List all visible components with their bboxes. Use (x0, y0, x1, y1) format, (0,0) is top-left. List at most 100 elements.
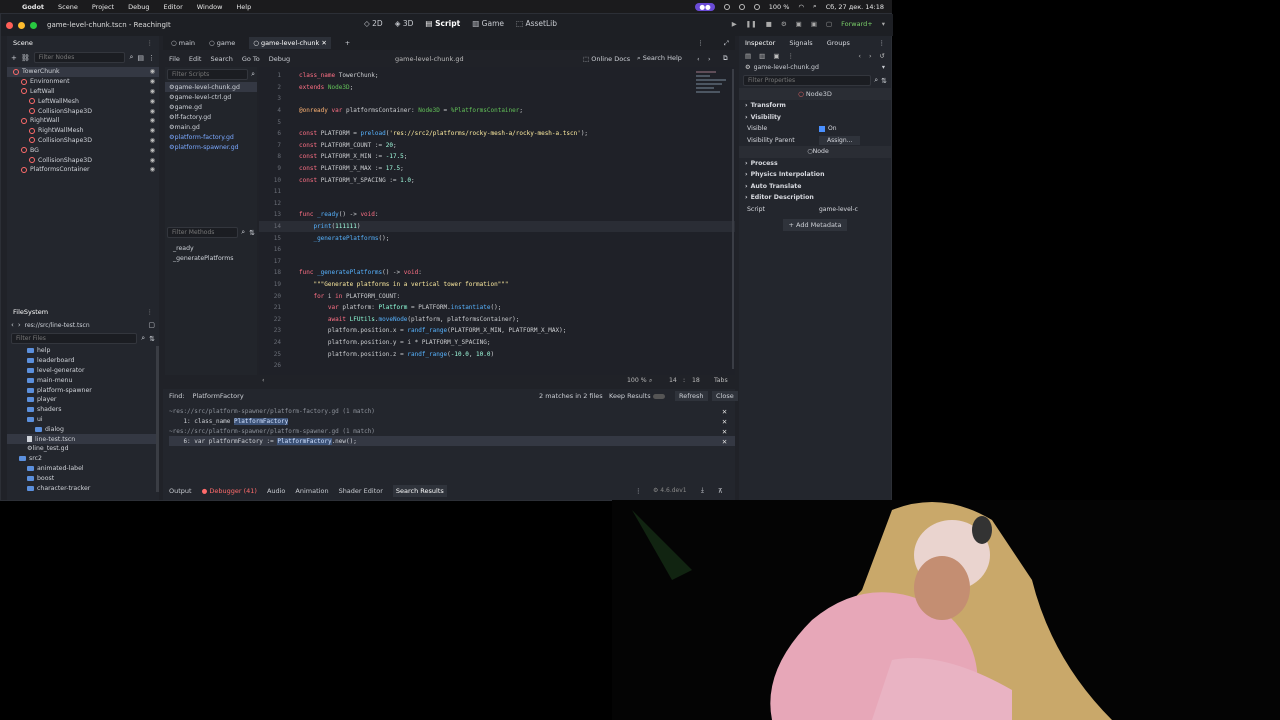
pause-icon[interactable]: ❚❚ (746, 20, 757, 28)
scene-node[interactable]: BG ◉ (7, 145, 159, 155)
inspector-row[interactable]: › Editor Description (739, 192, 891, 204)
property-value[interactable]: On (819, 125, 837, 132)
remote-debug-icon[interactable]: ⚙ (781, 20, 787, 28)
code-minimap[interactable] (696, 69, 730, 105)
scene-node[interactable]: RightWall ◉ (7, 116, 159, 126)
method-item[interactable]: _ready (169, 243, 233, 253)
zoom-icon[interactable]: ⌕ (649, 377, 652, 385)
property-value[interactable]: Assign... (819, 135, 861, 145)
close-icon[interactable]: ✕ (722, 437, 727, 446)
add-metadata-button[interactable]: + Add Metadata (782, 219, 848, 231)
menubar-item-help[interactable]: Help (236, 3, 251, 11)
scene-node[interactable]: RightWallMesh ◉ (7, 126, 159, 136)
save-icon[interactable]: ▣ (773, 52, 779, 60)
search-help-button[interactable]: ⌕ Search Help (637, 54, 682, 63)
collapse-panel-icon[interactable]: ‹ (262, 377, 264, 384)
visibility-toggle[interactable]: ◉ (150, 127, 155, 134)
add-node-icon[interactable]: + (11, 54, 17, 62)
close-icon[interactable]: ✕ (722, 417, 727, 426)
inspector-row[interactable]: › Process (739, 158, 891, 170)
code-line[interactable]: 4 @onready var platformsContainer: Node3D… (259, 105, 735, 117)
filter-properties-input[interactable]: Filter Properties (743, 75, 872, 86)
play-custom-icon[interactable]: ▣ (811, 20, 817, 28)
file-item[interactable]: animated-label (7, 464, 156, 474)
menubar-item-project[interactable]: Project (92, 3, 114, 11)
code-line[interactable]: 15 _generatePlatforms(); (259, 232, 735, 244)
prev-script-icon[interactable]: ‹ (697, 55, 700, 63)
tab-main[interactable]: ○ main (171, 39, 195, 47)
code-line[interactable]: 21 var platform: Platform = PLATFORM.ins… (259, 302, 735, 314)
inspector-row[interactable]: Visibility Parent Assign... (739, 135, 891, 147)
visibility-toggle[interactable]: ◉ (150, 157, 155, 164)
code-line[interactable]: 23 platform.position.x = randf_range(PLA… (259, 325, 735, 337)
inspector-row[interactable]: Visible On (739, 123, 891, 135)
code-editor[interactable]: 1 class_name TowerChunk; 2 extends Node3D; 3… (259, 67, 735, 375)
close-window-button[interactable] (6, 21, 13, 29)
keep-results-toggle[interactable]: Keep Results (609, 392, 665, 400)
expand-panel-icon[interactable]: ⊼ (718, 487, 723, 495)
close-icon[interactable]: ✕ (722, 427, 727, 436)
file-item[interactable]: line-test.tscn (7, 434, 156, 444)
code-line[interactable]: 24 platform.position.y = i * PLATFORM_Y_… (259, 337, 735, 349)
script-list-item[interactable]: ⚙ lf-factory.gd (165, 112, 257, 122)
code-line[interactable]: 6 const PLATFORM = preload('res://src2/pl… (259, 128, 735, 140)
method-item[interactable]: _generatePlatforms (169, 253, 233, 263)
scene-node[interactable]: LeftWallMesh ◉ (7, 96, 159, 106)
play-scene-icon[interactable]: ▣ (796, 20, 802, 28)
workspace-script[interactable]: ▤ Script (425, 19, 460, 28)
extra-options-icon[interactable]: ⋮ (787, 52, 794, 60)
file-item[interactable]: src2 (7, 454, 156, 464)
back-icon[interactable]: ‹ (11, 321, 14, 329)
code-line[interactable]: 10 const PLATFORM_Y_SPACING := 1.0; (259, 174, 735, 186)
visibility-toggle[interactable]: ◉ (150, 68, 155, 75)
workspace-game[interactable]: ▥ Game (472, 19, 504, 28)
code-line[interactable]: 26 (259, 360, 735, 372)
play-icon[interactable]: ▶ (732, 20, 737, 28)
inspector-row[interactable]: Script game-level-c (739, 204, 891, 216)
clock[interactable]: Сб, 27 дек. 14:18 (826, 3, 884, 11)
tab-game-level-chunk[interactable]: ○ game-level-chunk ✕ (249, 37, 331, 49)
back-icon[interactable]: ‹ (858, 52, 861, 60)
inspector-row[interactable]: › Auto Translate (739, 181, 891, 193)
tab-game[interactable]: ○ game (209, 39, 235, 47)
inspector-row[interactable]: › Visibility (739, 112, 891, 124)
search-icon[interactable]: ⌕ (813, 2, 817, 11)
inspector-row[interactable]: › Transform (739, 100, 891, 112)
dock-menu-icon[interactable]: ⋮ (147, 308, 154, 316)
tab-menu-icon[interactable]: ⋮ (697, 39, 704, 47)
scene-node[interactable]: CollisionShape3D ◉ (7, 106, 159, 116)
tab-search-results[interactable]: Search Results (392, 484, 447, 497)
zoom-level[interactable]: 100 % (627, 377, 647, 384)
refresh-button[interactable]: Refresh (675, 391, 708, 401)
visibility-toggle[interactable]: ◉ (150, 88, 155, 95)
menu-debug[interactable]: Debug (269, 55, 290, 63)
file-item[interactable]: leaderboard (7, 356, 156, 366)
file-item[interactable]: boost (7, 473, 156, 483)
next-script-icon[interactable]: › (708, 55, 711, 63)
file-item[interactable]: ⚙ line_test.gd (7, 444, 156, 454)
sort-icon[interactable]: ⇅ (249, 229, 255, 237)
inspector-row[interactable]: ○ Node (739, 146, 891, 158)
visibility-toggle[interactable]: ◉ (150, 108, 155, 115)
code-line[interactable]: 16 (259, 244, 735, 256)
file-item[interactable]: main-menu (7, 375, 156, 385)
scene-node[interactable]: PlatformsContainer ◉ (7, 165, 159, 175)
code-line[interactable]: 22 await LFUtils.moveNode(platform, plat… (259, 313, 735, 325)
tab-audio[interactable]: Audio (267, 487, 285, 495)
tab-shader-editor[interactable]: Shader Editor (339, 487, 383, 495)
indent-mode[interactable]: Tabs (714, 377, 728, 384)
script-list-item[interactable]: ⚙ platform-spawner.gd (165, 142, 257, 152)
chevron-down-icon[interactable]: ▾ (882, 64, 885, 71)
workspace-2d[interactable]: ◇ 2D (364, 19, 383, 28)
file-item[interactable]: help (7, 346, 156, 356)
close-button[interactable]: Close (712, 391, 738, 401)
menu-file[interactable]: File (169, 55, 180, 63)
new-resource-icon[interactable]: ▤ (745, 52, 751, 60)
inspector-row[interactable]: › Physics Interpolation (739, 169, 891, 181)
code-line[interactable]: 3 (259, 93, 735, 105)
float-icon[interactable]: ⧉ (723, 54, 728, 63)
code-line[interactable]: 7 const PLATFORM_COUNT := 20; (259, 140, 735, 152)
tab-signals[interactable]: Signals (789, 39, 812, 47)
property-value[interactable]: game-level-c (819, 206, 858, 213)
add-tab-icon[interactable]: + (345, 39, 350, 47)
